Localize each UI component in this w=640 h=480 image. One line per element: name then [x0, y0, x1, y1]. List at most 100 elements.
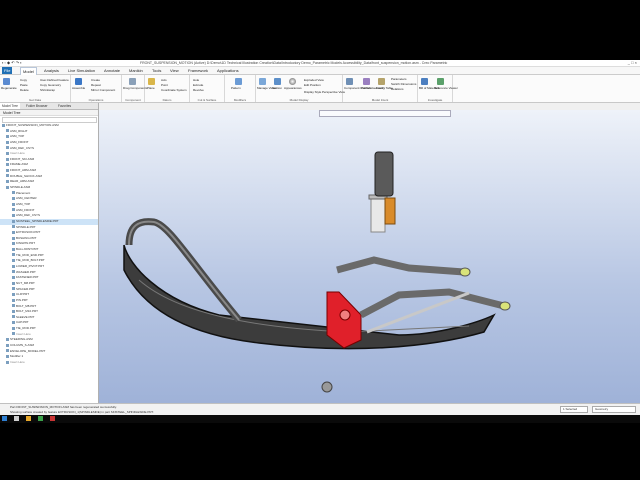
- app-icon[interactable]: [50, 416, 55, 421]
- reference-viewer-button[interactable]: Reference Viewer: [434, 86, 458, 90]
- tree-item-label: ASM_DEF_CSYS: [16, 213, 41, 218]
- tab-model[interactable]: Model: [20, 67, 37, 75]
- tree-item-label: FASTENER.PRT: [16, 275, 39, 280]
- tab-framework[interactable]: Framework: [186, 67, 210, 74]
- tree-item-label: KINGPIN.PRT: [16, 241, 36, 246]
- ribbon-tabs: File Model Analysis Live Simulation Anno…: [0, 67, 640, 75]
- repeat-button[interactable]: Repeat: [91, 83, 101, 87]
- tab-folder-browser[interactable]: Folder Browser: [24, 103, 50, 109]
- tree-item-icon: [12, 298, 15, 302]
- graphics-window[interactable]: [99, 110, 640, 403]
- selection-count[interactable]: 1 Selected: [560, 406, 588, 413]
- edit-position-button[interactable]: Edit Position: [304, 83, 321, 87]
- tab-analysis[interactable]: Analysis: [42, 67, 61, 74]
- tab-tools[interactable]: Tools: [150, 67, 163, 74]
- creo-app-icon[interactable]: [38, 416, 43, 421]
- tab-manikin[interactable]: Manikin: [127, 67, 145, 74]
- tab-view[interactable]: View: [168, 67, 181, 74]
- revolve-button[interactable]: Revolve: [193, 88, 204, 92]
- search-icon[interactable]: [14, 416, 19, 421]
- tree-item-label: FRONT_SKI.ASM: [10, 156, 35, 161]
- tree-item-icon: [6, 354, 9, 358]
- tab-favorites[interactable]: Favorites: [56, 103, 73, 109]
- shrinkwrap-button[interactable]: Shrinkwrap: [40, 88, 55, 92]
- upper-arm-bushing: [459, 267, 471, 277]
- tab-applications[interactable]: Applications: [215, 67, 241, 74]
- drag-components-icon[interactable]: [129, 78, 136, 85]
- drag-components-button[interactable]: Drag Components: [123, 86, 147, 90]
- tree-item-icon: [12, 321, 15, 325]
- copy-button[interactable]: Copy: [20, 78, 27, 82]
- selection-filter[interactable]: Geometry: [592, 406, 636, 413]
- close-button[interactable]: ×: [635, 60, 637, 65]
- tree-item-label: FRONT_SUSPENSION_MOTION.ASM: [6, 123, 59, 127]
- status-message-2: Showing surface created by feature EXTRU…: [10, 410, 154, 414]
- tree-item-icon: [6, 338, 9, 342]
- create-button[interactable]: Create: [91, 78, 100, 82]
- extrude-button[interactable]: Extrude: [193, 83, 203, 87]
- parameters-button[interactable]: Parameters: [391, 77, 407, 81]
- tie-rod[interactable]: [366, 291, 470, 334]
- lower-a-arm[interactable]: [359, 288, 505, 319]
- copy-geometry-button[interactable]: Copy Geometry: [40, 83, 61, 87]
- publish-geometry-icon[interactable]: [363, 78, 370, 85]
- group-model-intent: Component Interface Publish Geometry Fam…: [343, 75, 418, 102]
- tree-item-icon: [12, 264, 15, 268]
- plane-button[interactable]: Plane: [147, 86, 155, 90]
- quick-access-toolbar[interactable]: ▪ ▫ ◆ ↶ ↷ ▪: [2, 60, 22, 66]
- tree-item[interactable]: Insert Here: [0, 360, 98, 366]
- coordinate-system-button[interactable]: Coordinate System: [161, 88, 187, 92]
- display-style-button[interactable]: Display Style: [304, 90, 321, 94]
- tab-file[interactable]: File: [2, 67, 13, 74]
- family-table-icon[interactable]: [378, 78, 385, 85]
- pattern-icon[interactable]: [235, 78, 242, 85]
- delete-button[interactable]: Delete: [20, 88, 29, 92]
- ski-body[interactable]: [123, 244, 496, 350]
- paste-button[interactable]: Paste: [20, 83, 28, 87]
- point-button[interactable]: Point: [161, 83, 168, 87]
- regenerate-button[interactable]: Regenerate: [1, 86, 17, 90]
- tree-item-icon: [12, 326, 15, 330]
- start-icon[interactable]: [2, 416, 7, 421]
- assemble-button[interactable]: Assemble: [72, 86, 85, 90]
- upper-a-arm[interactable]: [336, 256, 465, 276]
- shock-body[interactable]: [374, 151, 394, 197]
- minimize-button[interactable]: _: [628, 60, 630, 65]
- assemble-icon[interactable]: [75, 78, 82, 85]
- switch-dimensions-button[interactable]: Switch Dimensions: [391, 82, 416, 86]
- manage-views-icon[interactable]: [259, 78, 266, 85]
- tree-item-icon: [6, 146, 9, 150]
- window-controls[interactable]: _ □ ×: [628, 60, 637, 66]
- tab-live-simulation[interactable]: Live Simulation: [66, 67, 97, 74]
- group-label: Get Data: [28, 98, 41, 102]
- appearances-icon[interactable]: [289, 78, 296, 85]
- regenerate-icon[interactable]: [3, 78, 10, 85]
- tab-model-tree[interactable]: Model Tree: [0, 103, 20, 109]
- shock-spring-lower[interactable]: [370, 197, 386, 233]
- tree-item-label: WASHER.PRT: [16, 269, 36, 274]
- exploded-view-button[interactable]: Exploded View: [304, 78, 324, 82]
- tab-annotate[interactable]: Annotate: [102, 67, 122, 74]
- user-defined-feature-button[interactable]: User-Defined Feature: [40, 78, 69, 82]
- appearances-button[interactable]: Appearances: [284, 86, 302, 90]
- axis-button[interactable]: Axis: [161, 78, 167, 82]
- relations-button[interactable]: Relations: [391, 87, 404, 91]
- mirror-component-button[interactable]: Mirror Component: [91, 88, 115, 92]
- plane-icon[interactable]: [148, 78, 155, 85]
- model-tree: FRONT_SUSPENSION_MOTION.ASM ASM_RIGHT ASM_…: [0, 123, 98, 366]
- tree-item-icon: [6, 134, 9, 138]
- suspension-model-render[interactable]: [99, 110, 640, 403]
- file-explorer-icon[interactable]: [26, 416, 31, 421]
- tree-item-label: BUSHING.PRT: [16, 235, 37, 240]
- section-icon[interactable]: [274, 78, 281, 85]
- reference-viewer-icon[interactable]: [437, 78, 444, 85]
- maximize-button[interactable]: □: [631, 60, 633, 65]
- shock-reservoir[interactable]: [384, 197, 396, 225]
- hole-button[interactable]: Hole: [193, 78, 199, 82]
- perspective-view-button[interactable]: Perspective View: [322, 90, 345, 94]
- bill-of-materials-icon[interactable]: [421, 78, 428, 85]
- section-button[interactable]: Section: [272, 86, 282, 90]
- component-interface-icon[interactable]: [346, 78, 353, 85]
- group-get-data: Regenerate Copy Paste Delete User-Define…: [0, 75, 71, 102]
- pattern-button[interactable]: Pattern: [231, 86, 241, 90]
